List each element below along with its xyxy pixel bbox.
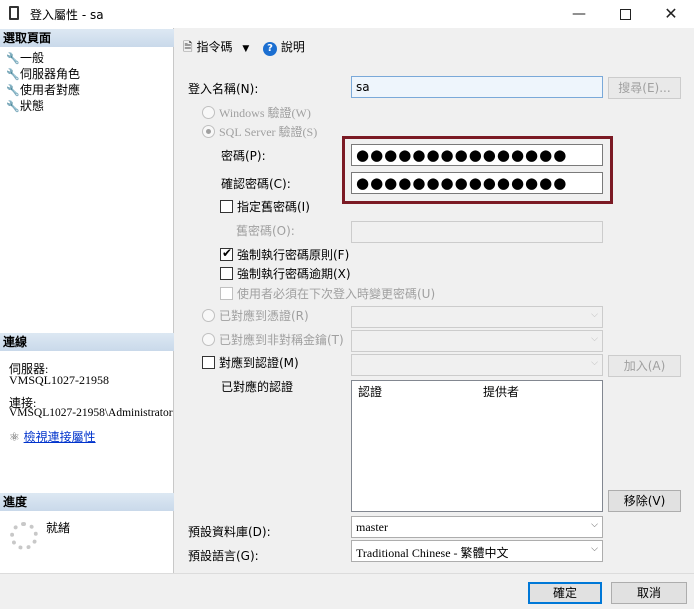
remove-button[interactable]: 移除(V) — [608, 490, 681, 512]
help-button[interactable]: ? 說明 — [263, 38, 305, 56]
map-to-credential-label: 對應到認證(M) — [219, 356, 299, 370]
default-language-label: 預設語言(G): — [188, 549, 259, 563]
password-label: 密碼(P): — [221, 149, 266, 163]
cancel-button[interactable]: 取消 — [611, 582, 687, 604]
certificate-combo[interactable]: ⌵ — [351, 306, 603, 328]
specify-old-password-checkbox[interactable] — [220, 200, 233, 213]
wrench-icon: 🔧 — [6, 52, 20, 65]
grid-col-credential: 認證 — [358, 385, 383, 399]
default-database-combo[interactable]: master ⌵ — [351, 516, 603, 538]
page-user-mapping[interactable]: 🔧使用者對應 — [6, 82, 80, 98]
default-database-value: master — [356, 520, 388, 534]
chevron-down-icon: ⌵ — [591, 520, 598, 530]
login-name-input[interactable]: sa — [351, 76, 603, 98]
must-change-label: 使用者必須在下次登入時變更密碼(U) — [237, 287, 436, 301]
script-dropdown-button[interactable]: 🗎 指令碼 ▼ — [183, 38, 249, 59]
wrench-icon: 🔧 — [6, 68, 20, 81]
asym-key-combo[interactable]: ⌵ — [351, 330, 603, 352]
login-name-label: 登入名稱(N): — [188, 82, 259, 96]
dialog-footer: 確定 取消 — [0, 573, 694, 609]
login-properties-window: 登入屬性 - sa — ✕ 選取頁面 🔧一般 🔧伺服器角色 🔧使用者對應 🔧狀態… — [0, 0, 694, 609]
script-icon: 🗎 — [183, 40, 193, 54]
mapped-to-asym-key-label: 已對應到非對稱金鑰(T) — [219, 333, 344, 347]
must-change-checkbox[interactable] — [220, 287, 233, 300]
connection-header: 連線 — [0, 333, 174, 351]
window-title: 登入屬性 - sa — [30, 8, 104, 22]
wrench-icon: 🔧 — [6, 84, 20, 97]
chevron-down-icon: ▼ — [242, 44, 250, 54]
ok-button[interactable]: 確定 — [528, 582, 602, 604]
window-icon — [9, 6, 19, 20]
enforce-expiration-checkbox[interactable] — [220, 267, 233, 280]
mapped-credentials-label: 已對應的認證 — [221, 380, 294, 394]
enforce-expiration-label: 強制執行密碼逾期(X) — [237, 267, 351, 281]
mapped-credentials-grid[interactable]: 認證 提供者 — [351, 380, 603, 512]
connection-value: VMSQL1027-21958\Administrator — [9, 407, 173, 419]
add-button[interactable]: 加入(A) — [608, 355, 681, 377]
old-password-input[interactable] — [351, 221, 603, 243]
wrench-icon: 🔧 — [6, 100, 20, 113]
default-database-label: 預設資料庫(D): — [188, 525, 271, 539]
chevron-down-icon: ⌵ — [591, 544, 598, 554]
windows-auth-label: Windows 驗證(W) — [219, 106, 311, 120]
view-connection-properties-link[interactable]: 檢視連接屬性 — [24, 430, 96, 444]
page-status[interactable]: 🔧狀態 — [6, 98, 44, 114]
mapped-to-cert-radio[interactable] — [202, 309, 215, 322]
server-value: VMSQL1027-21958 — [9, 373, 110, 387]
main-pane: 🗎 指令碼 ▼ ? 說明 登入名稱(N): sa 搜尋(E)... Window… — [175, 28, 694, 573]
page-server-roles[interactable]: 🔧伺服器角色 — [6, 66, 80, 82]
specify-old-password-label: 指定舊密碼(I) — [237, 200, 310, 214]
sql-auth-label: SQL Server 驗證(S) — [219, 125, 318, 139]
sql-auth-radio[interactable] — [202, 125, 215, 138]
old-password-label: 舊密碼(O): — [236, 224, 295, 238]
enforce-policy-checkbox[interactable]: ✔ — [220, 246, 233, 261]
windows-auth-radio[interactable] — [202, 106, 215, 119]
select-page-header: 選取頁面 — [0, 29, 174, 47]
checkmark-icon: ✔ — [222, 246, 233, 260]
view-connection-properties[interactable]: ⚛ 檢視連接屬性 — [9, 428, 96, 445]
enforce-policy-label: 強制執行密碼原則(F) — [237, 248, 350, 262]
maximize-icon — [619, 8, 631, 20]
close-button[interactable]: ✕ — [648, 0, 694, 28]
progress-spinner-icon — [10, 522, 38, 550]
help-icon: ? — [263, 42, 277, 56]
default-language-value: Traditional Chinese - 繁體中文 — [356, 546, 509, 560]
left-pane: 選取頁面 🔧一般 🔧伺服器角色 🔧使用者對應 🔧狀態 連線 伺服器: VMSQL… — [0, 28, 174, 573]
mapped-to-asym-key-radio[interactable] — [202, 333, 215, 346]
progress-header: 進度 — [0, 493, 174, 511]
mapped-to-cert-label: 已對應到憑證(R) — [219, 309, 309, 323]
chevron-down-icon: ⌵ — [591, 334, 598, 344]
chevron-down-icon: ⌵ — [591, 358, 598, 368]
minimize-button[interactable]: — — [556, 0, 602, 28]
default-language-combo[interactable]: Traditional Chinese - 繁體中文 ⌵ — [351, 540, 603, 562]
chevron-down-icon: ⌵ — [591, 310, 598, 320]
grid-col-provider: 提供者 — [483, 385, 520, 399]
credential-combo[interactable]: ⌵ — [351, 354, 603, 376]
maximize-button[interactable] — [602, 0, 648, 28]
confirm-password-label: 確認密碼(C): — [221, 177, 291, 191]
page-general[interactable]: 🔧一般 — [6, 50, 44, 66]
password-highlight-box — [342, 136, 613, 204]
search-button[interactable]: 搜尋(E)... — [608, 77, 681, 99]
connection-properties-icon: ⚛ — [9, 430, 20, 444]
title-bar: 登入屬性 - sa — ✕ — [0, 0, 694, 28]
progress-status: 就緒 — [46, 521, 71, 535]
map-to-credential-checkbox[interactable] — [202, 356, 215, 369]
